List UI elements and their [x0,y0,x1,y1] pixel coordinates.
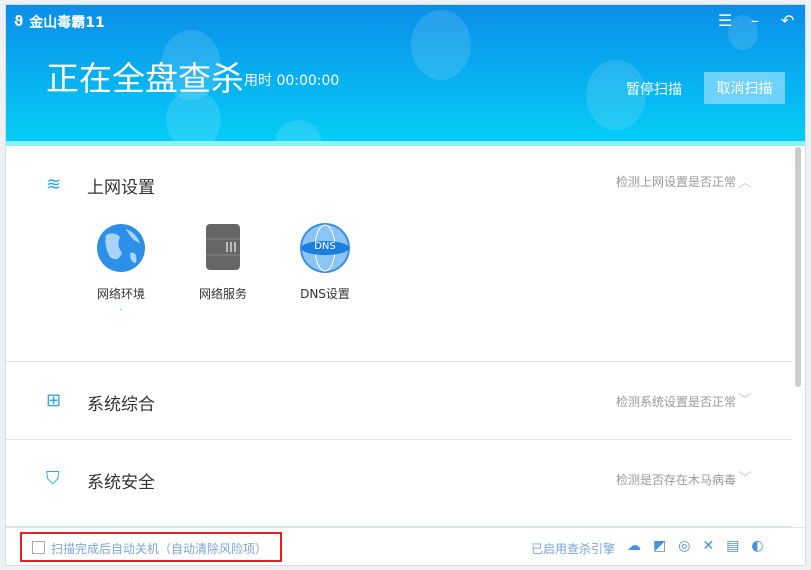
cancel-scan-button[interactable]: 取消扫描 [704,72,785,104]
item-label: DNS设置 [300,287,350,301]
wifi-icon: ≋ [46,174,62,195]
tools-icon[interactable]: ✕ [702,538,714,554]
auto-shutdown-label[interactable]: 扫描完成后自动关机（自动清除风险项） [51,540,267,557]
item-label: 网络环境 [96,287,145,301]
item-network-env[interactable]: 网络环境 . [81,223,161,313]
auto-shutdown-checkbox[interactable] [32,541,45,554]
app-window: ϑ 金山毒霸11 ☰ – ↶ 正在全盘查杀 用时 00:00:00 暂停扫描 取消… [5,4,806,566]
windows-icon: ⊞ [46,390,62,411]
item-dns[interactable]: DNS DNS设置 [285,223,365,302]
elapsed-time: 用时 00:00:00 [244,73,340,89]
item-label: 网络服务 [198,287,247,301]
pause-scan-button[interactable]: 暂停扫描 [626,79,682,99]
dns-globe-icon: DNS [300,223,350,273]
globe-icon [96,223,146,273]
engine-icon[interactable]: ◩ [653,538,666,554]
ai-engine-icon[interactable]: ◎ [678,538,690,554]
scrollbar[interactable] [795,147,801,387]
footer: 扫描完成后自动关机（自动清除风险项） 已启用查杀引擎 ☁ ◩ ◎ ✕ ▤ ◐ [6,527,805,565]
minimize-icon[interactable]: – [751,11,759,30]
item-network-service[interactable]: 网络服务 [183,223,263,302]
app-logo: ϑ 金山毒霸11 [14,14,105,31]
menu-icon[interactable]: ☰ [718,11,732,30]
chevron-up-icon[interactable]: ︿ [738,172,752,192]
section-system[interactable]: ⊞ 系统综合 检测系统设置是否正常 ﹀ [6,362,792,440]
document-icon[interactable]: ▤ [726,538,739,554]
chevron-down-icon[interactable]: ﹀ [738,390,752,410]
server-icon [198,223,248,273]
shield-engine-icon[interactable]: ◐ [751,538,763,554]
section-title: 系统安全 [87,473,155,493]
engine-label: 已启用查杀引擎 [531,542,616,556]
shield-icon: ⛉ [46,468,60,489]
section-desc: 检测系统设置是否正常 [615,395,736,409]
section-title: 上网设置 [87,178,155,198]
logo-icon: ϑ [14,14,24,30]
section-desc: 检测是否存在木马病毒 [615,473,736,487]
cloud-engine-icon[interactable]: ☁ [627,538,641,554]
section-title: 系统综合 [87,395,155,415]
section-security[interactable]: ⛉ 系统安全 检测是否存在木马病毒 ﹀ [6,440,792,527]
close-icon[interactable]: ↶ [781,11,794,30]
header: ϑ 金山毒霸11 ☰ – ↶ 正在全盘查杀 用时 00:00:00 暂停扫描 取消… [6,5,805,141]
chevron-down-icon[interactable]: ﹀ [738,468,752,488]
page-title: 正在全盘查杀 [46,59,244,98]
section-desc: 检测上网设置是否正常 [615,175,736,189]
